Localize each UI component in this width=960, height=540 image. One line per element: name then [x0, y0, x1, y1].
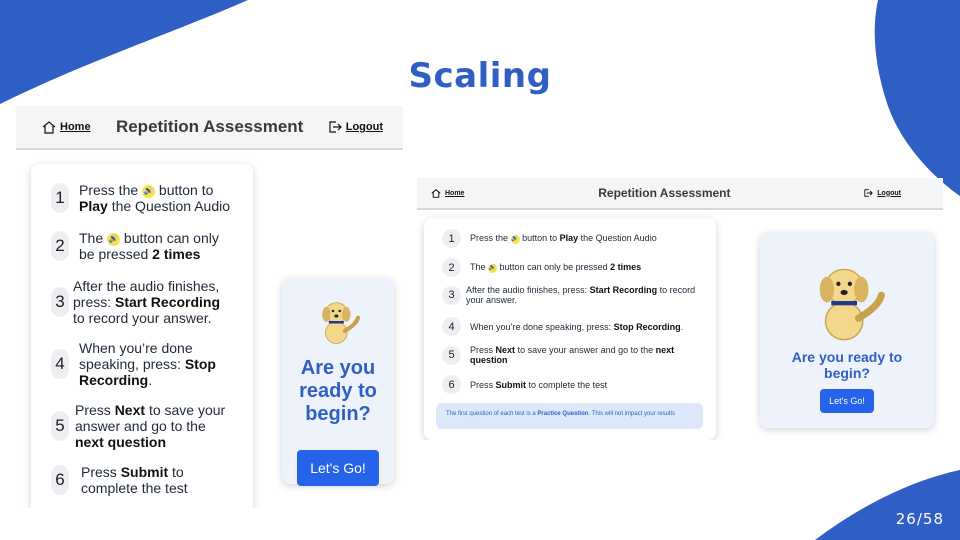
step-number: 4	[51, 349, 69, 379]
step-bold: Start Recording	[589, 285, 658, 295]
home-label: Home	[60, 121, 91, 133]
zoomed-app-screenshot: Home Repetition Assessment Logout 1 Pres…	[16, 106, 403, 508]
puppy-illustration	[819, 268, 885, 341]
step-3: 3 After the audio finishes, press: Start…	[442, 285, 706, 305]
step-bold: Next	[495, 345, 516, 355]
step-text: button to	[522, 233, 558, 244]
logout-label: Logout	[877, 189, 901, 197]
slide-title: Scaling	[408, 56, 552, 96]
logout-link[interactable]: Logout	[329, 121, 383, 133]
home-link[interactable]: Home	[42, 120, 91, 134]
page-number: 26/58	[895, 510, 944, 528]
step-text: Press	[470, 379, 494, 390]
step-text: When you’re done speaking, press:	[470, 321, 612, 332]
step-number: 5	[51, 411, 69, 441]
app-header: Home Repetition Assessment Logout	[417, 178, 943, 210]
practice-question-note: The first question of each test is a Pra…	[436, 403, 703, 429]
step-2: 2 The 🔊 button can only be pressed 2 tim…	[51, 230, 229, 262]
speaker-icon: 🔊	[510, 234, 520, 244]
step-text: button can only be pressed	[499, 262, 608, 273]
step-5: 5 Press Next to save your answer and go …	[442, 345, 710, 365]
step-bold: Play	[79, 198, 108, 214]
lets-go-button[interactable]: Let's Go!	[297, 450, 379, 486]
home-icon	[42, 120, 56, 134]
step-4: 4 When you’re done speaking, press: Stop…	[51, 340, 219, 388]
step-text: The	[470, 262, 486, 273]
puppy-illustration	[322, 302, 361, 344]
step-number: 6	[442, 375, 461, 394]
logout-icon	[864, 189, 874, 197]
step-1: 1 Press the 🔊 button to Play the Questio…	[442, 229, 657, 248]
home-label: Home	[445, 189, 465, 197]
speaker-icon: 🔊	[142, 184, 156, 198]
step-number: 5	[442, 345, 461, 365]
step-text: .	[680, 321, 684, 332]
step-number: 2	[442, 258, 461, 277]
step-bold: Start Recording	[115, 294, 221, 310]
step-text: Press	[470, 345, 494, 355]
step-text: Press the	[79, 182, 139, 198]
step-bold: Submit	[120, 464, 169, 480]
logout-icon	[329, 121, 342, 133]
speaker-icon: 🔊	[488, 263, 498, 273]
step-number: 3	[442, 285, 461, 305]
step-bold: 2 times	[152, 246, 201, 262]
app-header: Home Repetition Assessment Logout	[16, 106, 403, 150]
step-6: 6 Press Submit to complete the test	[51, 464, 193, 496]
logout-label: Logout	[345, 121, 383, 133]
step-3: 3 After the audio finishes, press: Start…	[51, 278, 223, 326]
speaker-icon: 🔊	[107, 232, 121, 246]
step-number: 1	[442, 229, 461, 248]
step-text: When you’re done speaking, press:	[79, 340, 193, 372]
note-bold: Practice Question	[537, 411, 589, 417]
scaled-app-screenshot: Home Repetition Assessment Logout 1 Pres…	[417, 178, 943, 440]
note-text: . This will not impact your results	[588, 411, 676, 417]
logout-link[interactable]: Logout	[864, 189, 901, 197]
step-text: button to	[158, 182, 214, 198]
home-link[interactable]: Home	[431, 188, 465, 198]
step-text: .	[148, 372, 153, 388]
step-6: 6 Press Submit to complete the test	[442, 375, 607, 394]
ready-heading: Are you ready to begin?	[791, 349, 903, 381]
step-text: to record your answer.	[73, 310, 212, 326]
step-bold: 2 times	[610, 262, 642, 273]
step-4: 4 When you’re done speaking, press: Stop…	[442, 317, 683, 336]
note-text: The first question of each test is a	[446, 411, 536, 417]
step-number: 6	[51, 465, 69, 495]
lets-go-button[interactable]: Let's Go!	[820, 389, 874, 413]
step-bold: Play	[559, 233, 579, 244]
top-right-blue-shape	[874, 0, 960, 196]
step-bold: Submit	[495, 379, 527, 390]
step-bold: Stop Recording	[613, 321, 681, 332]
step-text: to save your answer and go to the	[517, 345, 654, 355]
step-number: 4	[442, 317, 461, 336]
ready-heading: Are you ready to begin?	[299, 357, 377, 425]
app-title: Repetition Assessment	[598, 186, 731, 200]
step-text: the Question Audio	[111, 198, 231, 214]
ready-card: Are you ready to begin? Let's Go!	[760, 232, 934, 428]
step-text: Press	[81, 464, 117, 480]
step-1: 1 Press the 🔊 button to Play the Question…	[51, 182, 230, 214]
step-5: 5 Press Next to save your answer and go …	[51, 402, 227, 450]
step-bold: Next	[114, 402, 146, 418]
ready-card: Are you ready to begin? Let's Go!	[282, 278, 394, 486]
home-icon	[431, 188, 441, 198]
instructions-card: 1 Press the 🔊 button to Play the Question…	[31, 164, 253, 508]
step-number: 2	[51, 231, 69, 261]
step-text: After the audio finishes, press:	[466, 285, 588, 295]
step-text: The	[79, 230, 104, 246]
step-text: the Question Audio	[580, 233, 657, 244]
step-text: to complete the test	[528, 379, 608, 390]
step-text: Press the	[470, 233, 509, 244]
app-title: Repetition Assessment	[115, 117, 304, 136]
step-number: 1	[51, 183, 69, 213]
step-number: 3	[51, 287, 69, 317]
step-bold: next question	[75, 434, 167, 450]
step-text: Press	[75, 402, 111, 418]
bottom-right-blue-shape	[815, 470, 960, 540]
step-2: 2 The 🔊 button can only be pressed 2 tim…	[442, 258, 641, 277]
